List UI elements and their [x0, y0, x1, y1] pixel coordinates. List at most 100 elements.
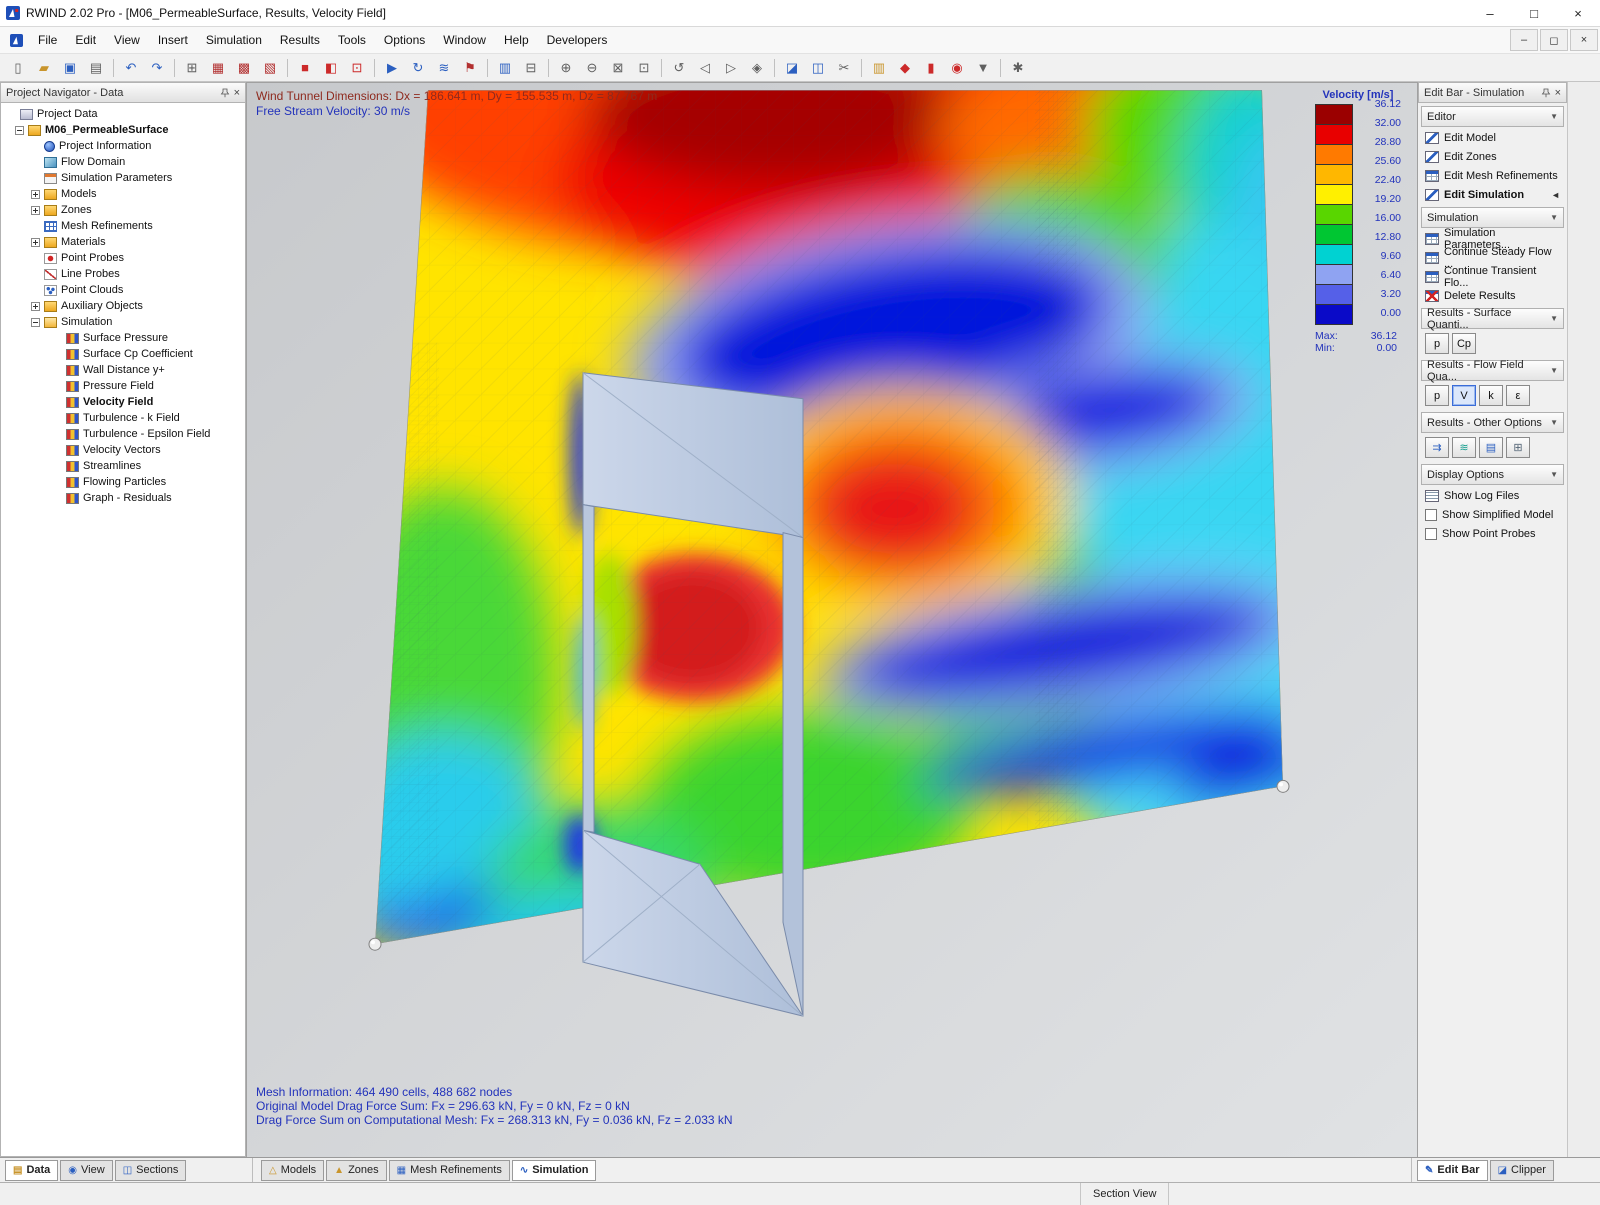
redo-icon[interactable]: ↷	[145, 57, 169, 79]
rotate-model-icon[interactable]: ↻	[406, 57, 430, 79]
tab-mesh-refinements[interactable]: ▦Mesh Refinements	[389, 1160, 510, 1181]
menu-window[interactable]: Window	[434, 29, 495, 51]
undo-icon[interactable]: ↶	[119, 57, 143, 79]
expand-icon[interactable]	[31, 190, 40, 199]
show-point-probes-checkbox[interactable]: Show Point Probes	[1418, 524, 1567, 543]
tab-zones[interactable]: ▲Zones	[326, 1160, 386, 1181]
close-panel-icon[interactable]: ×	[1555, 87, 1561, 99]
menu-view[interactable]: View	[105, 29, 149, 51]
tree-item-zones[interactable]: Zones	[1, 202, 245, 218]
dotted-grid-icon[interactable]: ▧	[258, 57, 282, 79]
refinement-grid-icon[interactable]: ▩	[232, 57, 256, 79]
surface-pressure-button[interactable]: p	[1425, 333, 1449, 354]
tree-item-project-information[interactable]: Project Information	[1, 138, 245, 154]
wind-profile-icon[interactable]: ≋	[432, 57, 456, 79]
tab-clipper[interactable]: ◪Clipper	[1490, 1160, 1554, 1181]
section-results-flow-field[interactable]: Results - Flow Field Qua...▼	[1421, 360, 1564, 381]
tab-simulation[interactable]: ∿Simulation	[512, 1160, 597, 1181]
menu-help[interactable]: Help	[495, 29, 538, 51]
tree-item-turbulence-k[interactable]: Turbulence - k Field	[1, 410, 245, 426]
tree-item-project-data[interactable]: Project Data	[1, 106, 245, 122]
cube-frame-icon[interactable]: ◧	[319, 57, 343, 79]
tree-item-turbulence-epsilon[interactable]: Turbulence - Epsilon Field	[1, 426, 245, 442]
viewport-3d[interactable]: Wind Tunnel Dimensions: Dx = 186.641 m, …	[247, 82, 1417, 1157]
marker-icon[interactable]: ▮	[919, 57, 943, 79]
rotate-view-icon[interactable]: ↺	[667, 57, 691, 79]
tree-item-simulation[interactable]: Simulation	[1, 314, 245, 330]
close-button[interactable]: ×	[1556, 0, 1600, 26]
menu-insert[interactable]: Insert	[149, 29, 197, 51]
expand-icon[interactable]	[31, 206, 40, 215]
edit-zones-button[interactable]: Edit Zones	[1418, 147, 1567, 166]
pin-icon[interactable]	[220, 88, 230, 98]
flow-pressure-button[interactable]: p	[1425, 385, 1449, 406]
flow-epsilon-button[interactable]: ε	[1506, 385, 1530, 406]
filter-icon[interactable]: ▼	[971, 57, 995, 79]
tree-item-flow-domain[interactable]: Flow Domain	[1, 154, 245, 170]
arrows-icon[interactable]: ⇉	[1425, 437, 1449, 458]
color-scale-icon[interactable]: ▥	[867, 57, 891, 79]
clipping-plane-icon[interactable]: ◪	[780, 57, 804, 79]
checkbox-icon[interactable]	[1425, 509, 1437, 521]
tree-item-graph-residuals[interactable]: Graph - Residuals	[1, 490, 245, 506]
menu-developers[interactable]: Developers	[538, 29, 617, 51]
section-simulation[interactable]: Simulation▼	[1421, 207, 1564, 228]
maximize-button[interactable]: □	[1512, 0, 1556, 26]
continue-transient-flow-button[interactable]: Continue Transient Flo...	[1418, 267, 1567, 286]
print-icon[interactable]: ▤	[84, 57, 108, 79]
settings-icon[interactable]: ✱	[1006, 57, 1030, 79]
section-plane-icon[interactable]: ◫	[806, 57, 830, 79]
section-editor[interactable]: Editor▼	[1421, 106, 1564, 127]
save-icon[interactable]: ▣	[58, 57, 82, 79]
envelope-icon[interactable]: ▤	[1479, 437, 1503, 458]
tab-models[interactable]: △Models	[261, 1160, 324, 1181]
edit-mesh-refinements-button[interactable]: Edit Mesh Refinements	[1418, 166, 1567, 185]
probe-icon[interactable]: ◉	[945, 57, 969, 79]
tree-item-streamlines[interactable]: Streamlines	[1, 458, 245, 474]
isometric-view-icon[interactable]: ◈	[745, 57, 769, 79]
show-log-files-button[interactable]: Show Log Files	[1418, 486, 1567, 505]
minimize-button[interactable]: –	[1468, 0, 1512, 26]
tree-item-model[interactable]: M06_PermeableSurface	[1, 122, 245, 138]
tree-item-simulation-parameters[interactable]: Simulation Parameters	[1, 170, 245, 186]
tree-item-auxiliary-objects[interactable]: Auxiliary Objects	[1, 298, 245, 314]
domain-box-icon[interactable]: ⊡	[345, 57, 369, 79]
menu-tools[interactable]: Tools	[329, 29, 375, 51]
menu-file[interactable]: File	[29, 29, 66, 51]
mdi-minimize-button[interactable]: –	[1510, 29, 1538, 51]
checkbox-icon[interactable]	[1425, 528, 1437, 540]
tree-item-surface-pressure[interactable]: Surface Pressure	[1, 330, 245, 346]
zoom-out-icon[interactable]: ⊖	[580, 57, 604, 79]
tab-data[interactable]: ▤Data	[5, 1160, 58, 1181]
tree-item-point-clouds[interactable]: Point Clouds	[1, 282, 245, 298]
section-results-surface[interactable]: Results - Surface Quanti...▼	[1421, 308, 1564, 329]
mdi-restore-button[interactable]: ◻	[1540, 29, 1568, 51]
section-results-other[interactable]: Results - Other Options▼	[1421, 412, 1564, 433]
wind-direction-icon[interactable]: ▶	[380, 57, 404, 79]
clipboard-icon[interactable]: ⊞	[1506, 437, 1530, 458]
section-display-options[interactable]: Display Options▼	[1421, 464, 1564, 485]
tree-item-surface-cp[interactable]: Surface Cp Coefficient	[1, 346, 245, 362]
velocity-field-canvas[interactable]	[247, 83, 1417, 1157]
tree-item-velocity-field[interactable]: Velocity Field	[1, 394, 245, 410]
mdi-close-button[interactable]: ×	[1570, 29, 1598, 51]
tree-item-flowing-particles[interactable]: Flowing Particles	[1, 474, 245, 490]
collapse-icon[interactable]	[31, 318, 40, 327]
tree-item-line-probes[interactable]: Line Probes	[1, 266, 245, 282]
table-icon[interactable]: ⊞	[180, 57, 204, 79]
zoom-in-icon[interactable]: ⊕	[554, 57, 578, 79]
menu-options[interactable]: Options	[375, 29, 434, 51]
tree-item-mesh-refinements[interactable]: Mesh Refinements	[1, 218, 245, 234]
tree-item-wall-distance[interactable]: Wall Distance y+	[1, 362, 245, 378]
pin-icon[interactable]	[1541, 88, 1551, 98]
previous-view-icon[interactable]: ◁	[693, 57, 717, 79]
zoom-window-icon[interactable]: ⊠	[606, 57, 630, 79]
monitor-icon[interactable]: ⊟	[519, 57, 543, 79]
flag-icon[interactable]: ⚑	[458, 57, 482, 79]
open-folder-icon[interactable]: ▰	[32, 57, 56, 79]
edit-simulation-button[interactable]: Edit Simulation◄	[1418, 185, 1567, 204]
menu-results[interactable]: Results	[271, 29, 329, 51]
layers-icon[interactable]: ≋	[1452, 437, 1476, 458]
menu-edit[interactable]: Edit	[66, 29, 105, 51]
surface-cp-button[interactable]: Cp	[1452, 333, 1476, 354]
